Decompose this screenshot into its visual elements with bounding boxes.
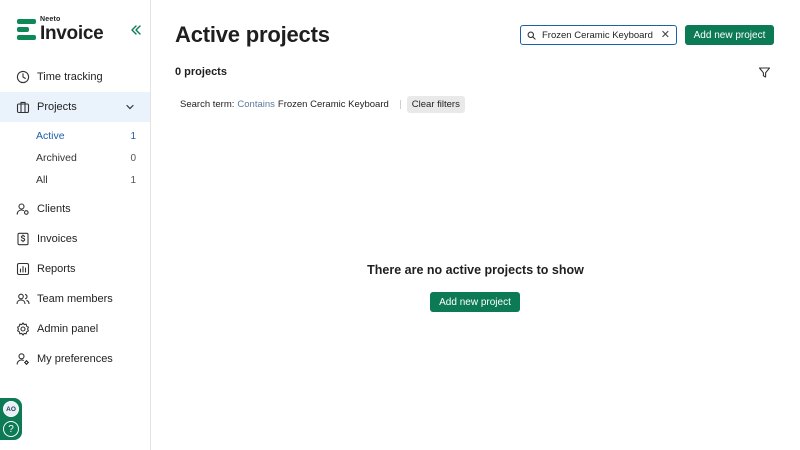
- subitem-count: 1: [130, 174, 136, 186]
- user-settings-icon: [16, 203, 29, 215]
- clock-icon: [16, 70, 30, 84]
- subitem-label: All: [36, 174, 48, 186]
- chevron-down-icon: [126, 104, 134, 110]
- sidebar-item-label: Team members: [37, 293, 113, 305]
- users-icon: [16, 293, 30, 305]
- sidebar-item-invoices[interactable]: Invoices: [0, 224, 150, 254]
- clear-search-icon[interactable]: ✕: [661, 29, 670, 41]
- add-new-project-button[interactable]: Add new project: [685, 25, 774, 45]
- briefcase-icon: [16, 101, 30, 114]
- user-gear-icon: [16, 353, 29, 365]
- sidebar-item-label: Projects: [37, 101, 77, 113]
- search-icon: [527, 31, 536, 40]
- search-term-filter-chip: Search term: Contains Frozen Ceramic Key…: [175, 96, 394, 113]
- search-input[interactable]: [542, 29, 658, 41]
- profile-widget: AO ?: [0, 398, 22, 440]
- filter-icon[interactable]: [758, 66, 771, 79]
- app-logo[interactable]: Neeto Invoice: [17, 16, 104, 44]
- sidebar-item-label: My preferences: [37, 353, 113, 365]
- sidebar-item-label: Reports: [37, 263, 76, 275]
- help-icon[interactable]: ?: [3, 421, 19, 437]
- sidebar-item-label: Invoices: [37, 233, 78, 245]
- chevrons-left-icon: [131, 25, 141, 35]
- empty-state-message: There are no active projects to show: [367, 263, 584, 277]
- sidebar: Neeto Invoice Time tracking Projects Act…: [0, 0, 151, 450]
- subitem-count: 0: [130, 152, 136, 164]
- sidebar-item-label: Time tracking: [37, 71, 103, 83]
- sidebar-item-clients[interactable]: Clients: [0, 194, 150, 224]
- sidebar-subitem-archived[interactable]: Archived 0: [36, 148, 136, 168]
- empty-state-add-project-button[interactable]: Add new project: [430, 292, 520, 312]
- gear-icon: [17, 322, 29, 336]
- clear-filters-button[interactable]: Clear filters: [406, 96, 465, 113]
- subitem-count: 1: [130, 130, 136, 142]
- page-title: Active projects: [175, 22, 330, 47]
- sidebar-subitem-all[interactable]: All 1: [36, 170, 136, 190]
- bar-chart-icon: [16, 262, 30, 276]
- avatar[interactable]: AO: [3, 401, 19, 417]
- active-filters: Search term: Contains Frozen Ceramic Key…: [175, 96, 465, 113]
- subitem-label: Archived: [36, 152, 77, 164]
- sidebar-item-admin-panel[interactable]: Admin panel: [0, 314, 150, 344]
- projects-count: 0 projects: [175, 66, 227, 78]
- filter-operator: Contains: [237, 99, 275, 110]
- divider: [399, 100, 401, 109]
- subitem-label: Active: [36, 130, 65, 142]
- dollar-document-icon: [17, 232, 29, 246]
- sidebar-subitem-active[interactable]: Active 1: [36, 126, 136, 146]
- logo-icon: [17, 19, 36, 40]
- sidebar-item-label: Clients: [37, 203, 71, 215]
- sidebar-item-label: Admin panel: [37, 323, 99, 335]
- sidebar-item-reports[interactable]: Reports: [0, 254, 150, 284]
- collapse-sidebar-button[interactable]: [129, 23, 143, 37]
- search-field[interactable]: ✕: [520, 25, 677, 45]
- sidebar-item-team-members[interactable]: Team members: [0, 284, 150, 314]
- brand-name: Invoice: [40, 23, 104, 44]
- filter-value: Frozen Ceramic Keyboard: [277, 99, 389, 110]
- brand-small: Neeto: [40, 16, 61, 23]
- sidebar-item-projects[interactable]: Projects: [0, 92, 150, 122]
- sidebar-item-my-preferences[interactable]: My preferences: [0, 344, 150, 374]
- filter-label: Search term:: [180, 99, 235, 110]
- sidebar-item-time-tracking[interactable]: Time tracking: [0, 62, 150, 92]
